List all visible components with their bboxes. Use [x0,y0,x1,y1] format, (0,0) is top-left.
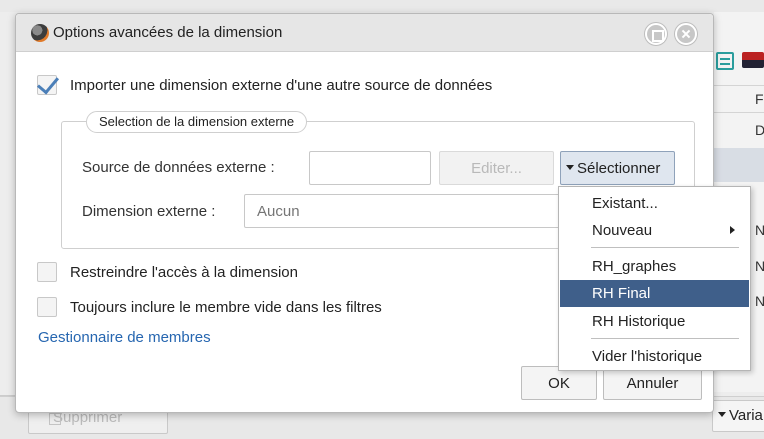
menu-item-new[interactable]: Nouveau [560,217,749,244]
bg-row-line [714,85,764,86]
dimension-label: Dimension externe : [82,203,216,220]
cancel-button[interactable]: Annuler [603,366,702,400]
variables-button[interactable]: Varia [712,400,764,432]
source-label: Source de données externe : [82,159,275,176]
bg-top-strip [0,0,764,12]
bg-column-header: F [755,91,764,107]
maximize-icon[interactable] [645,23,667,45]
variables-button-label: Varia [729,407,763,424]
uk-flag-icon[interactable] [742,52,764,68]
menu-item-history[interactable]: RH_graphes [560,253,749,280]
caret-down-icon [566,165,574,171]
bg-cell: N [755,293,764,309]
bg-cell: D [755,122,764,138]
menu-item-new-label: Nouveau [592,222,653,239]
select-button-label: Sélectionner [577,160,661,177]
menu-separator [591,247,739,248]
close-icon[interactable] [675,23,697,45]
dialog-title: Options avancées de la dimension [53,24,283,41]
menu-separator [591,338,739,339]
app-logo-icon [31,24,49,42]
chevron-right-icon [730,226,735,234]
bg-row-line [714,112,764,113]
import-external-label: Importer une dimension externe d'une aut… [70,77,493,94]
menu-item-history[interactable]: RH Historique [560,308,749,335]
bg-selected-row [714,148,764,182]
edit-button[interactable]: Editer... [439,151,554,185]
fieldset-legend: Selection de la dimension externe [86,111,308,133]
dialog-titlebar[interactable]: Options avancées de la dimension [16,14,713,52]
include-empty-checkbox[interactable] [37,297,57,317]
ok-button[interactable]: OK [521,366,597,400]
source-input[interactable] [309,151,431,185]
bg-cell: N [755,258,764,274]
menu-item-existing[interactable]: Existant... [560,190,749,217]
trash-icon [49,411,61,425]
members-manager-link[interactable]: Gestionnaire de membres [38,329,211,346]
restrict-access-label: Restreindre l'accès à la dimension [70,264,298,281]
import-external-checkbox[interactable] [37,75,57,95]
select-dropdown-menu: Existant... Nouveau RH_graphes RH Final … [558,186,751,371]
menu-item-history[interactable]: RH Final [560,280,749,307]
bg-cell: N [755,222,764,238]
grid-view-icon[interactable] [716,52,734,70]
caret-down-icon [718,412,726,418]
select-button[interactable]: Sélectionner [560,151,675,185]
restrict-access-checkbox[interactable] [37,262,57,282]
menu-item-clear-history[interactable]: Vider l'historique [560,343,749,370]
dimension-input[interactable] [244,194,564,228]
include-empty-label: Toujours inclure le membre vide dans les… [70,299,382,316]
